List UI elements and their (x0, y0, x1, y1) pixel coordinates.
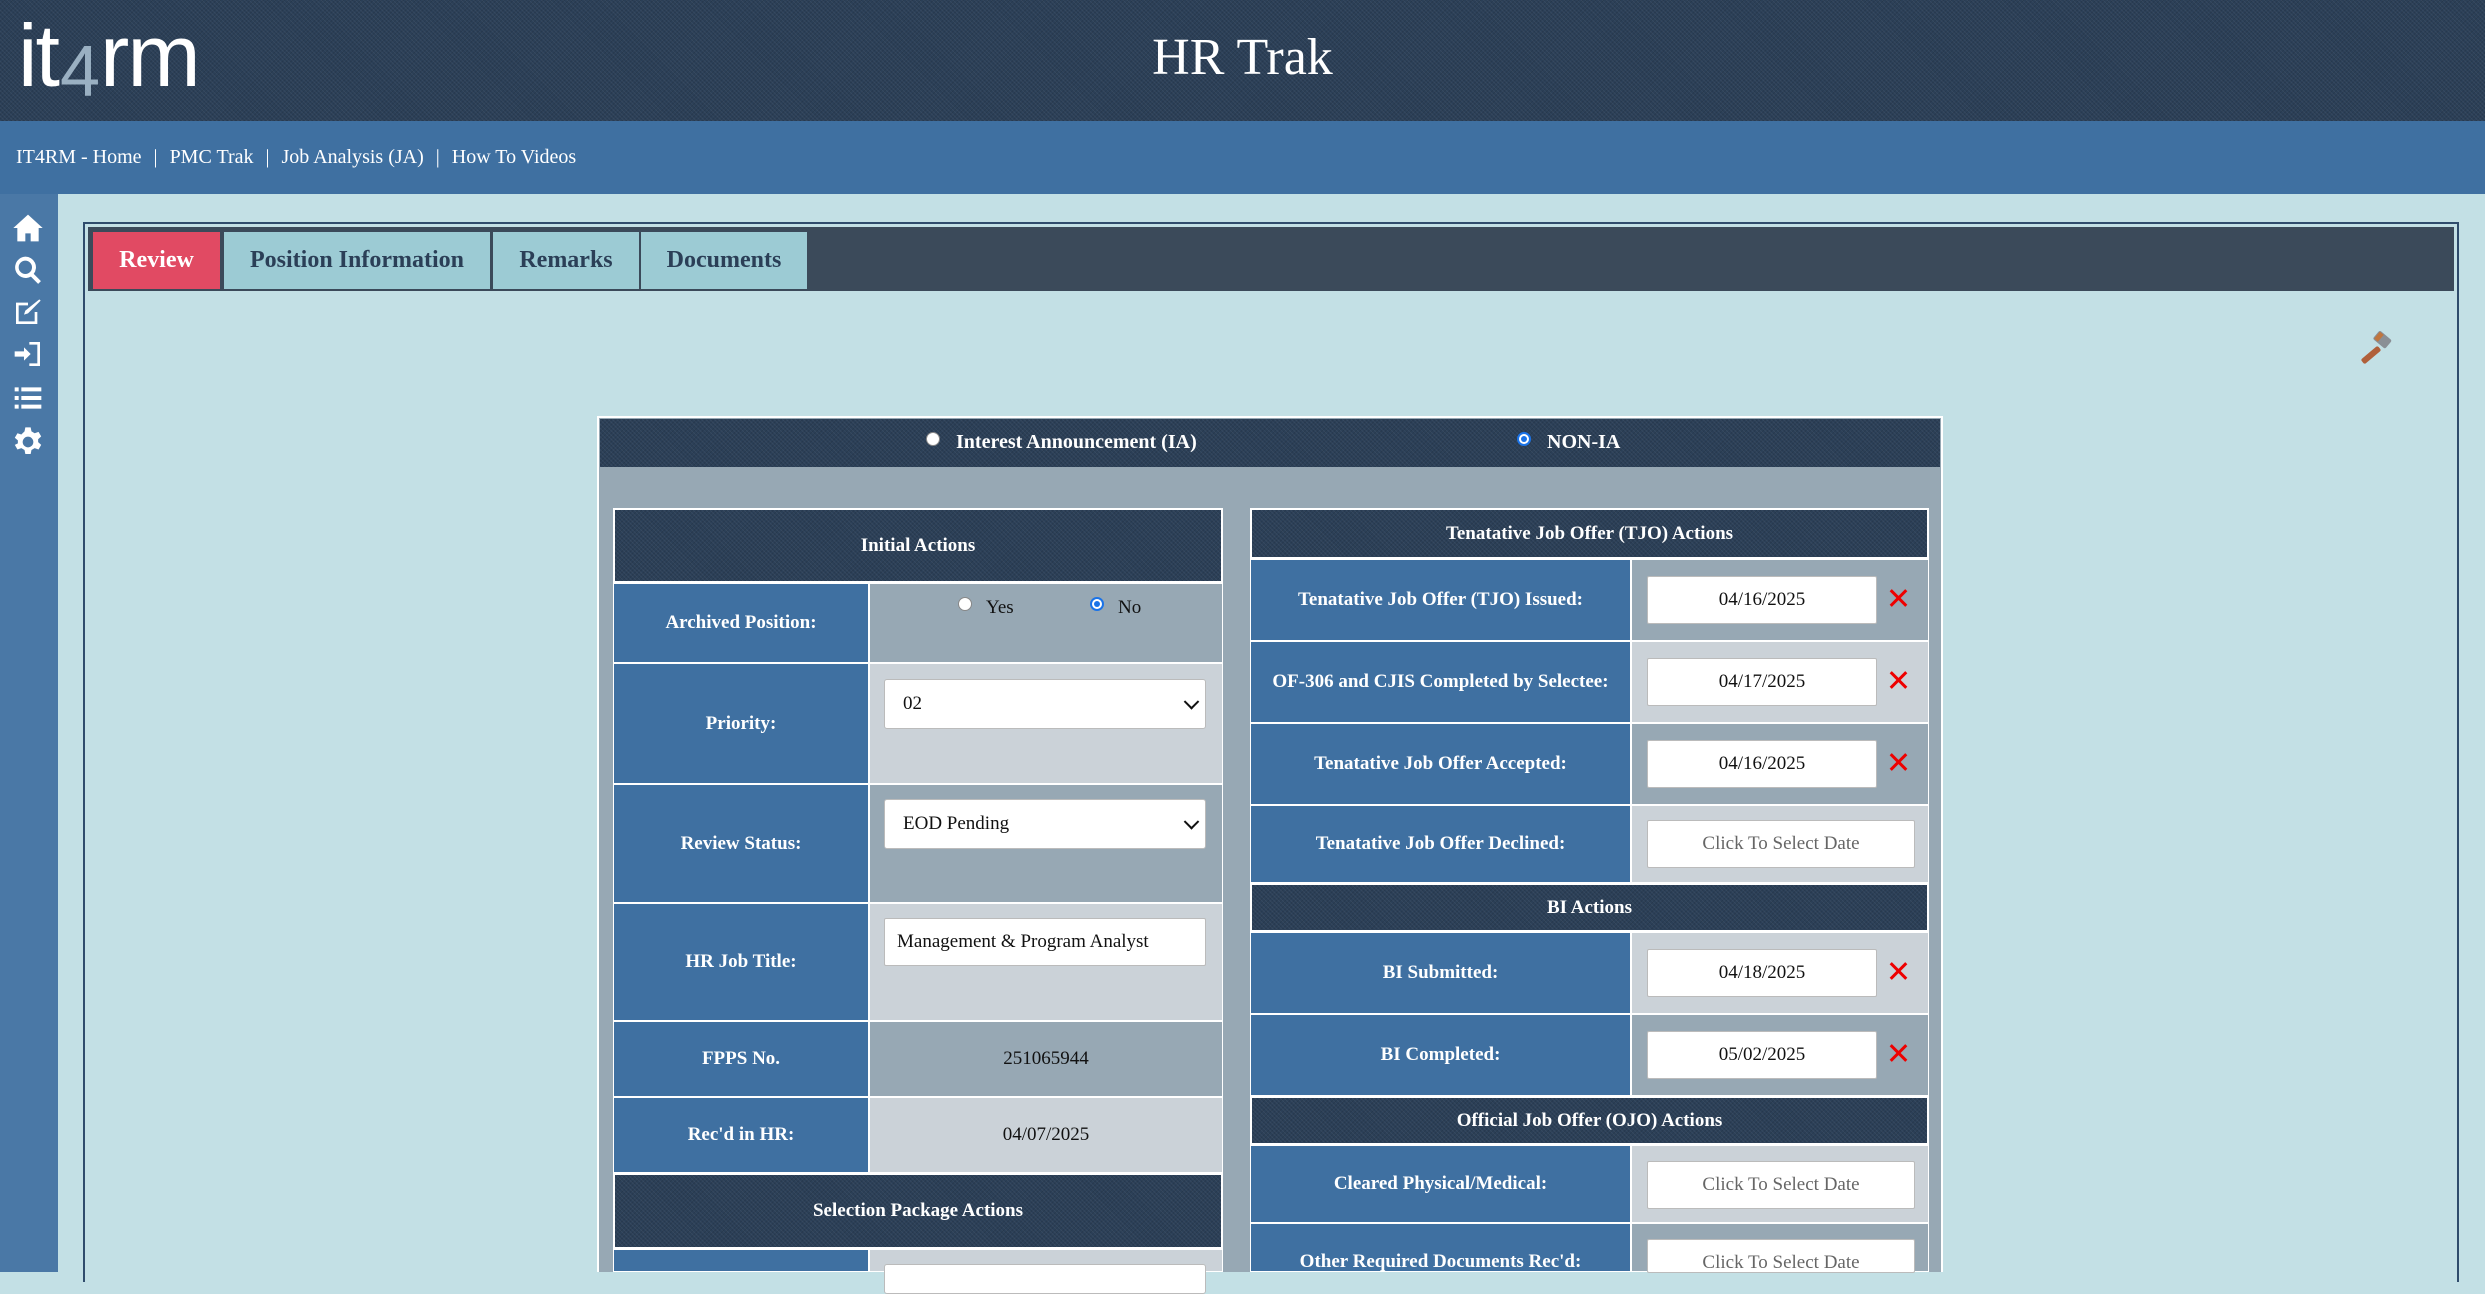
recd-in-hr-label: Rec'd in HR: (613, 1097, 869, 1173)
tab-documents[interactable]: Documents (641, 232, 807, 289)
nav-separator: | (435, 146, 440, 168)
clear-date-icon[interactable] (1886, 585, 1912, 611)
nav-separator: | (153, 146, 158, 168)
cleared-physical-cell: Click To Select Date (1631, 1145, 1929, 1223)
sidebar (0, 194, 58, 1272)
archived-position-label: Archived Position: (613, 583, 869, 663)
archived-no-label: No (1118, 597, 1142, 618)
tjo-declined-date-input[interactable]: Click To Select Date (1647, 820, 1915, 868)
hr-job-title-label: HR Job Title: (613, 903, 869, 1021)
fpps-no-value: 251065944 (1003, 1048, 1089, 1069)
top-header: it 4 rm HR Trak (0, 0, 2485, 121)
recd-in-hr-cell: 04/07/2025 (869, 1097, 1223, 1173)
review-status-cell: EOD Pending (869, 784, 1223, 903)
nav-link-pmc-trak[interactable]: PMC Trak (170, 146, 254, 169)
of306-cjis-date-input[interactable]: 04/17/2025 (1647, 658, 1877, 706)
bi-submitted-cell: 04/18/2025 (1631, 932, 1929, 1014)
clear-date-icon[interactable] (1886, 749, 1912, 775)
bi-submitted-date-input[interactable]: 04/18/2025 (1647, 949, 1877, 997)
other-docs-date-input[interactable]: Click To Select Date (1647, 1239, 1915, 1273)
clear-date-icon[interactable] (1886, 667, 1912, 693)
announcement-type-bar: Interest Announcement (IA) NON-IA (600, 419, 1940, 467)
list-icon[interactable] (10, 380, 46, 416)
bi-submitted-label: BI Submitted: (1250, 932, 1631, 1014)
clear-date-icon[interactable] (1886, 1040, 1912, 1066)
of306-cjis-label: OF-306 and CJIS Completed by Selectee: (1250, 641, 1631, 723)
hammer-icon[interactable] (2358, 330, 2394, 366)
other-docs-cell: Click To Select Date (1631, 1223, 1929, 1273)
clear-date-icon[interactable] (1886, 958, 1912, 984)
nav-link-it4rm-home[interactable]: IT4RM - Home (16, 146, 142, 169)
tab-bar: Review Position Information Remarks Docu… (88, 227, 2454, 291)
tjo-issued-date-input[interactable]: 04/16/2025 (1647, 576, 1877, 624)
fpps-no-cell: 251065944 (869, 1021, 1223, 1097)
archived-no-option[interactable]: No (1090, 596, 1141, 620)
bi-actions-header: BI Actions (1250, 883, 1929, 932)
selection-package-row-label (613, 1249, 869, 1272)
tjo-accepted-label: Tenatative Job Offer Accepted: (1250, 723, 1631, 805)
cleared-physical-label: Cleared Physical/Medical: (1250, 1145, 1631, 1223)
cleared-physical-date-input[interactable]: Click To Select Date (1647, 1161, 1915, 1209)
review-status-label: Review Status: (613, 784, 869, 903)
nav-link-how-to-videos[interactable]: How To Videos (452, 146, 576, 169)
tab-position-information[interactable]: Position Information (224, 232, 490, 289)
hr-job-title-cell: Management & Program Analyst (869, 903, 1223, 1021)
ojo-actions-header: Official Job Offer (OJO) Actions (1250, 1096, 1929, 1145)
radio-button[interactable] (958, 597, 972, 611)
tab-review[interactable]: Review (93, 232, 220, 289)
selection-package-select[interactable] (884, 1264, 1206, 1294)
tjo-actions-header: Tenatative Job Offer (TJO) Actions (1250, 508, 1929, 559)
radio-interest-announcement[interactable]: Interest Announcement (IA) (926, 431, 1197, 454)
app-title: HR Trak (1152, 29, 1333, 86)
sign-in-icon[interactable] (10, 336, 46, 372)
radio-label-non-ia: NON-IA (1547, 431, 1621, 453)
fpps-no-label: FPPS No. (613, 1021, 869, 1097)
priority-label: Priority: (613, 663, 869, 784)
priority-cell: 02 (869, 663, 1223, 784)
chevron-down-icon (1183, 814, 1200, 830)
other-docs-label: Other Required Documents Rec'd: (1250, 1223, 1631, 1272)
selection-package-header: Selection Package Actions (613, 1173, 1223, 1249)
tab-remarks[interactable]: Remarks (493, 232, 639, 289)
priority-select[interactable]: 02 (884, 679, 1206, 729)
bi-completed-cell: 05/02/2025 (1631, 1014, 1929, 1096)
tjo-accepted-cell: 04/16/2025 (1631, 723, 1929, 805)
nav-bar: IT4RM - Home | PMC Trak | Job Analysis (… (0, 121, 2485, 194)
recd-in-hr-value: 04/07/2025 (1002, 1124, 1090, 1145)
radio-label-ia: Interest Announcement (IA) (956, 431, 1197, 453)
tjo-accepted-date-input[interactable]: 04/16/2025 (1647, 740, 1877, 788)
tjo-declined-label: Tenatative Job Offer Declined: (1250, 805, 1631, 883)
initial-actions-header: Initial Actions (613, 508, 1223, 583)
tjo-declined-cell: Click To Select Date (1631, 805, 1929, 883)
hr-job-title-input[interactable]: Management & Program Analyst (884, 918, 1206, 966)
bi-completed-date-input[interactable]: 05/02/2025 (1647, 1031, 1877, 1079)
archived-yes-label: Yes (986, 597, 1014, 618)
priority-value: 02 (903, 693, 922, 714)
bi-completed-label: BI Completed: (1250, 1014, 1631, 1096)
archived-position-cell: Yes No (869, 583, 1223, 663)
selection-package-row-cell (869, 1249, 1223, 1294)
home-icon[interactable] (10, 210, 46, 246)
nav-separator: | (265, 146, 270, 168)
radio-button[interactable] (1517, 431, 1531, 446)
edit-icon[interactable] (10, 294, 46, 330)
archived-yes-option[interactable]: Yes (958, 596, 1014, 620)
search-icon[interactable] (10, 252, 46, 288)
nav-link-job-analysis[interactable]: Job Analysis (JA) (282, 146, 424, 169)
chevron-down-icon (1183, 694, 1200, 710)
gear-icon[interactable] (10, 424, 46, 460)
review-status-value: EOD Pending (903, 813, 1010, 834)
radio-button[interactable] (1090, 597, 1104, 611)
review-status-select[interactable]: EOD Pending (884, 799, 1206, 849)
radio-non-ia[interactable]: NON-IA (1517, 431, 1620, 454)
of306-cjis-cell: 04/17/2025 (1631, 641, 1929, 723)
tjo-issued-label: Tenatative Job Offer (TJO) Issued: (1250, 559, 1631, 641)
radio-button[interactable] (926, 431, 940, 446)
tjo-issued-cell: 04/16/2025 (1631, 559, 1929, 641)
